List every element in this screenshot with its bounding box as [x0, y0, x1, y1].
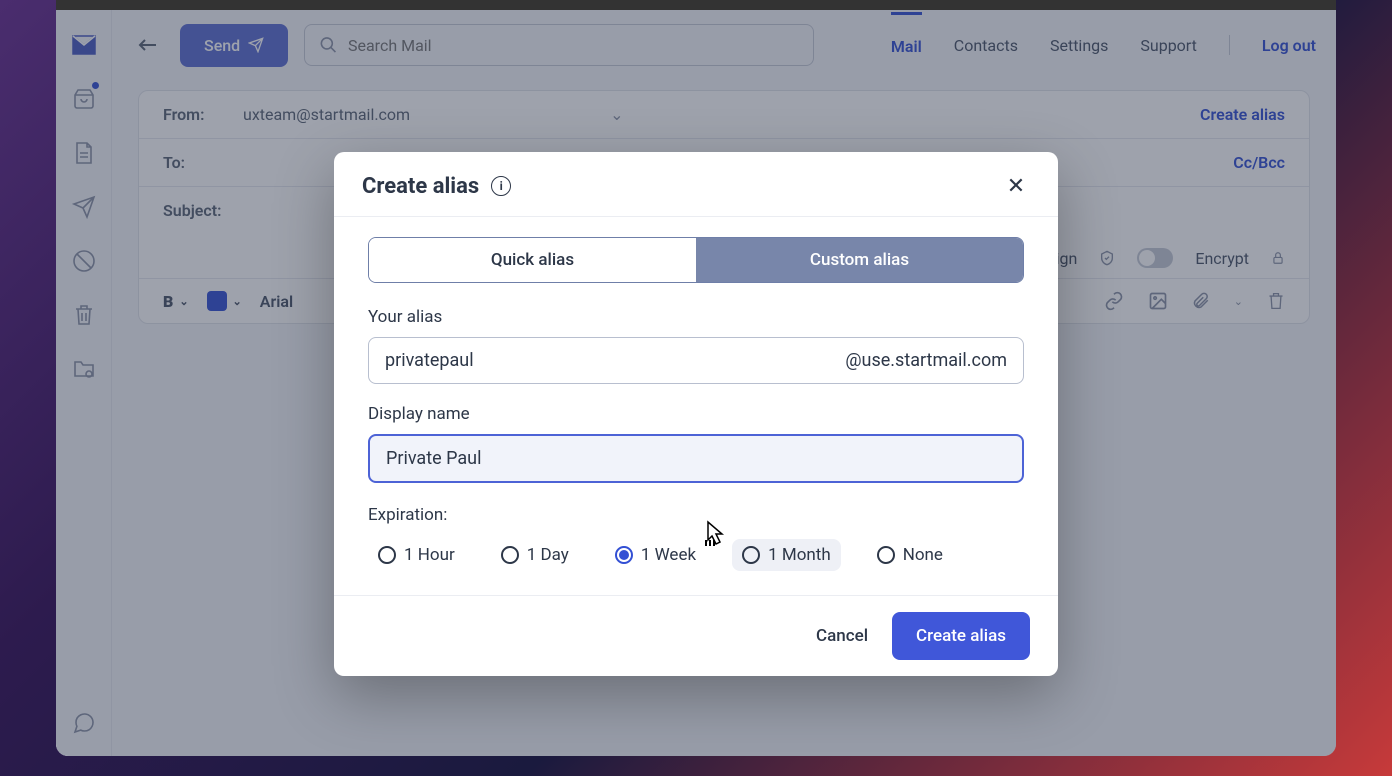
- alias-input-box[interactable]: @use.startmail.com: [368, 337, 1024, 384]
- display-name-label: Display name: [368, 404, 1024, 424]
- tab-custom-alias[interactable]: Custom alias: [696, 238, 1023, 282]
- radio-label: 1 Hour: [404, 545, 455, 565]
- radio-1-week[interactable]: 1 Week: [605, 539, 706, 571]
- modal-title: Create alias: [362, 174, 479, 199]
- radio-circle: [378, 546, 396, 564]
- radio-1-hour[interactable]: 1 Hour: [368, 539, 465, 571]
- radio-label: None: [903, 545, 943, 565]
- radio-circle: [742, 546, 760, 564]
- cancel-button[interactable]: Cancel: [816, 626, 868, 646]
- display-name-input[interactable]: [386, 448, 1006, 469]
- modal-body: Quick alias Custom alias Your alias @use…: [334, 217, 1058, 595]
- radio-none[interactable]: None: [867, 539, 953, 571]
- alias-type-tabs: Quick alias Custom alias: [368, 237, 1024, 283]
- alias-input[interactable]: [385, 350, 845, 371]
- radio-1-month[interactable]: 1 Month: [732, 539, 841, 571]
- radio-label: 1 Month: [768, 545, 831, 565]
- radio-1-day[interactable]: 1 Day: [491, 539, 579, 571]
- radio-label: 1 Day: [527, 545, 569, 565]
- radio-circle: [877, 546, 895, 564]
- radio-circle: [501, 546, 519, 564]
- close-button[interactable]: ✕: [1002, 172, 1030, 200]
- modal-footer: Cancel Create alias: [334, 595, 1058, 676]
- radio-label: 1 Week: [641, 545, 696, 565]
- create-alias-button[interactable]: Create alias: [892, 612, 1030, 660]
- expiration-options: 1 Hour 1 Day 1 Week 1 Month: [368, 539, 1024, 571]
- modal-overlay: Create alias i ✕ Quick alias Custom alia…: [56, 10, 1336, 756]
- display-name-box[interactable]: [368, 434, 1024, 483]
- alias-domain: @use.startmail.com: [845, 350, 1007, 371]
- tab-quick-alias[interactable]: Quick alias: [369, 238, 696, 282]
- radio-circle: [615, 546, 633, 564]
- create-alias-modal: Create alias i ✕ Quick alias Custom alia…: [334, 152, 1058, 676]
- info-icon[interactable]: i: [491, 176, 511, 196]
- alias-label: Your alias: [368, 307, 1024, 327]
- expiration-label: Expiration:: [368, 505, 1024, 525]
- modal-header: Create alias i ✕: [334, 152, 1058, 217]
